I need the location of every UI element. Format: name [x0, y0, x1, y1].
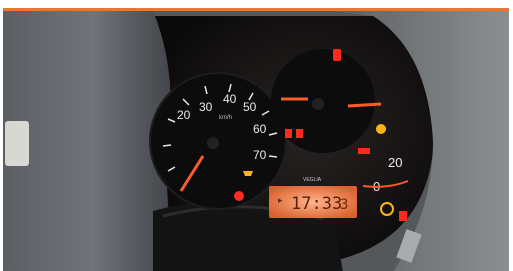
speed-unit-label: km/h: [219, 115, 232, 121]
brand-text: VEGLIA: [303, 177, 322, 183]
sticker-label: [5, 121, 29, 166]
lcd-indicator: ▸: [278, 196, 283, 206]
battery-warning-icon: [333, 49, 341, 61]
turn-signal-icon: [376, 124, 386, 134]
fuel-label-20: 20: [388, 155, 402, 170]
speed-label-20: 20: [177, 108, 191, 122]
lcd-time: 17:33: [291, 194, 342, 214]
door-open-icon: [285, 129, 292, 138]
needle-hub: [207, 137, 219, 149]
oil-warning-icon: [358, 148, 370, 154]
brake-warning-icon: [234, 191, 244, 201]
dashboard-photo: 30 40 50 60 70 20 km/h 20 0 17:33 3 ▸ VE…: [3, 8, 509, 271]
fuel-needle: [347, 102, 382, 108]
photo-frame: 30 40 50 60 70 20 km/h 20 0 17:33 3 ▸ VE…: [0, 0, 513, 271]
seatbelt-icon: [296, 129, 303, 138]
speed-label-30: 30: [199, 100, 213, 114]
speed-label-40: 40: [223, 92, 237, 106]
speed-label-70: 70: [253, 148, 267, 162]
speed-label-60: 60: [253, 122, 267, 136]
lcd-side-value: 3: [340, 197, 348, 213]
dashboard-illustration: 30 40 50 60 70 20 km/h 20 0 17:33 3 ▸ VE…: [3, 11, 509, 271]
warning-light-red: [399, 211, 407, 221]
speed-label-50: 50: [243, 100, 257, 114]
